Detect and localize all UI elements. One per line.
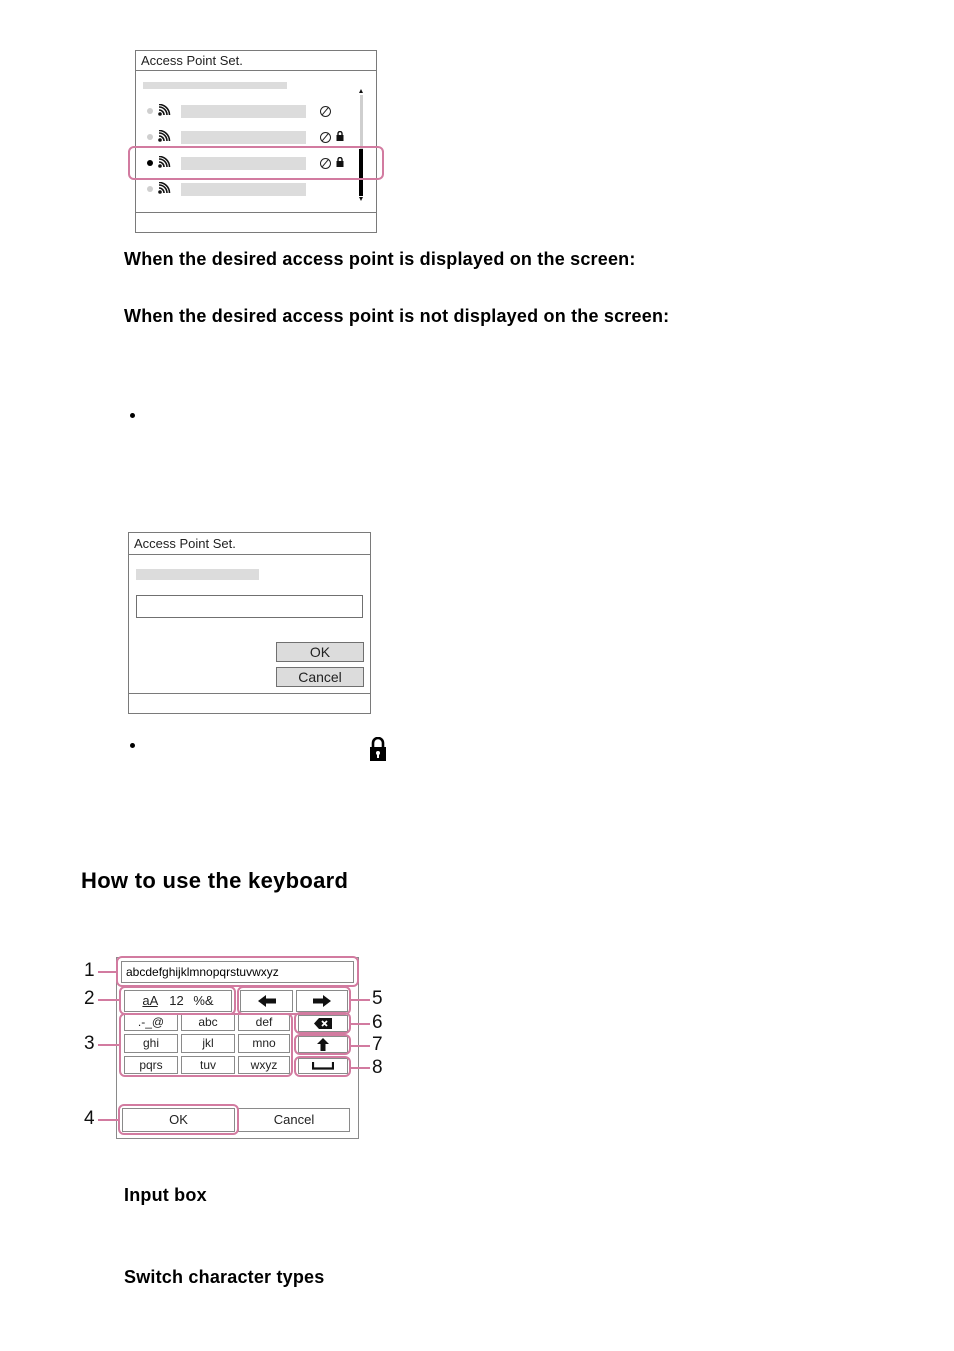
footer-divider [136,212,376,213]
ssid-placeholder [181,183,306,196]
callout-highlight-7 [294,1034,351,1055]
heading-ap-not-displayed: When the desired access point is not dis… [124,306,670,326]
wifi-signal-icon [158,104,171,116]
callout-highlight-5 [237,986,351,1015]
callout-number-5: 5 [372,988,383,1009]
lock-icon [336,131,344,141]
callout-highlight-3 [119,1013,293,1077]
bullet-point [130,413,135,418]
heading-ap-displayed: When the desired access point is display… [124,249,636,269]
selected-row-highlight [128,146,384,180]
wps-icon [320,132,331,143]
section-title: How to use the keyboard [81,868,349,893]
callout-line-2 [98,999,119,1001]
keyboard-cancel-button[interactable]: Cancel [238,1108,350,1132]
ssid-placeholder [181,131,306,144]
selection-dot [147,108,153,114]
wifi-signal-icon [158,182,171,194]
ssid-placeholder [181,105,306,118]
callout-highlight-2 [119,986,236,1015]
scroll-track [360,95,363,149]
password-input[interactable] [136,595,363,618]
callout-highlight-6 [294,1012,351,1034]
access-point-list-screen: Access Point Set. [135,50,377,233]
callout-number-2: 2 [84,988,95,1009]
callout-number-7: 7 [372,1034,383,1055]
callout-line-8 [351,1067,370,1069]
footer-divider [129,693,370,694]
callout-number-1: 1 [84,960,95,981]
screen-title: Access Point Set. [129,533,370,555]
callout-number-6: 6 [372,1012,383,1033]
selection-dot [147,186,153,192]
label-switch-character-types: Switch character types [124,1267,325,1287]
callout-number-8: 8 [372,1057,383,1078]
placeholder-bar [143,82,287,89]
scroll-up-arrow-icon [359,89,363,93]
callout-highlight-1 [116,956,359,987]
callout-highlight-8 [294,1056,351,1077]
callout-line-5 [351,999,370,1001]
cancel-button[interactable]: Cancel [276,667,364,687]
lock-icon [370,737,386,761]
callout-line-6 [351,1023,370,1025]
bullet-point [130,743,135,748]
wifi-signal-icon [158,130,171,142]
password-entry-screen: Access Point Set. OK Cancel [128,532,371,714]
ok-button[interactable]: OK [276,642,364,662]
callout-number-4: 4 [84,1108,95,1129]
callout-line-1 [98,971,116,973]
callout-line-4 [98,1119,118,1121]
screen-title: Access Point Set. [136,51,376,71]
label-input-box: Input box [124,1185,207,1205]
callout-highlight-4 [118,1104,239,1135]
wps-icon [320,106,331,117]
callout-line-3 [98,1044,119,1046]
callout-line-7 [351,1045,370,1047]
callout-number-3: 3 [84,1033,95,1054]
placeholder-bar [136,569,259,580]
scroll-down-arrow-icon [359,197,363,201]
selection-dot [147,134,153,140]
